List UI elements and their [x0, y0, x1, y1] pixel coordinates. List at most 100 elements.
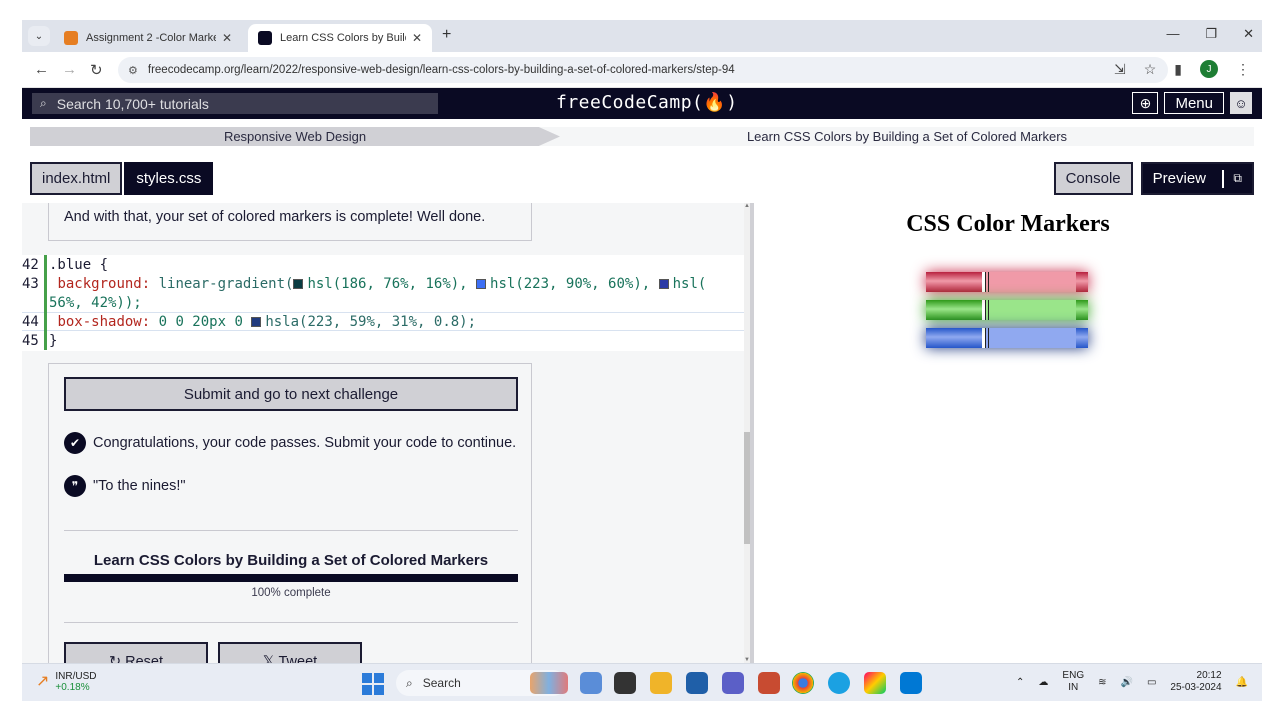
browser-tabstrip: ⌄ Assignment 2 -Color Marker ✕ Learn CSS… [22, 20, 1262, 52]
code-function: hsla(223, 59%, 31%, 0.8); [265, 313, 477, 330]
popout-icon[interactable]: ⧉ [1222, 169, 1242, 188]
code-function: linear-gradient( [158, 275, 294, 292]
tab-title: Assignment 2 -Color Marker [86, 32, 216, 44]
marker-tip [1076, 272, 1088, 292]
browser-tab-fcc[interactable]: Learn CSS Colors by Building a ✕ [248, 24, 432, 52]
restore-icon[interactable]: ❐ [1205, 26, 1217, 42]
region-code: IN [1068, 682, 1079, 693]
quote-icon: ❞ [64, 475, 86, 497]
changed-line-marker [44, 274, 47, 293]
fcc-favicon-icon [258, 31, 272, 45]
preview-button[interactable]: Preview ⧉ [1140, 162, 1254, 195]
changed-line-marker [44, 312, 47, 331]
clock[interactable]: 20:12 25-03-2024 [1170, 670, 1221, 694]
wifi-icon[interactable]: ≋ [1098, 677, 1106, 688]
vscode-icon[interactable] [900, 672, 922, 694]
reset-button[interactable]: ↻ Reset [64, 642, 208, 663]
trend-up-icon: ↗ [36, 673, 50, 690]
view-buttons: Console Preview ⧉ [1053, 162, 1254, 195]
code-line-45[interactable]: 45 } [22, 331, 750, 350]
address-bar: ← → ↻ ⚙ freecodecamp.org/learn/2022/resp… [22, 52, 1262, 88]
copilot-icon[interactable] [580, 672, 602, 694]
line-number: 44 [22, 313, 39, 330]
forward-arrow-icon[interactable]: → [62, 61, 77, 78]
notification-bell-icon[interactable]: 🔔 [1236, 677, 1248, 688]
menu-button[interactable]: Menu [1164, 92, 1224, 114]
breadcrumb: Responsive Web Design Learn CSS Colors b… [30, 127, 1254, 146]
url-input[interactable]: ⚙ freecodecamp.org/learn/2022/responsive… [118, 57, 1168, 83]
volume-icon[interactable]: 🔊 [1120, 677, 1132, 688]
challenge-panel: Submit and go to next challenge ✔ Congra… [48, 363, 532, 663]
color-swatch-icon[interactable] [476, 278, 487, 289]
file-tabs: index.html styles.css [30, 162, 214, 195]
chevron-up-icon[interactable]: ⌃ [1016, 677, 1024, 688]
tab-search-chevron-icon[interactable]: ⌄ [28, 26, 50, 46]
minimize-icon[interactable]: — [1166, 26, 1179, 42]
breadcrumb-course[interactable]: Learn CSS Colors by Building a Set of Co… [560, 127, 1254, 146]
lang-code: ENG [1062, 670, 1085, 681]
check-circle-icon: ✔ [64, 432, 86, 454]
console-button[interactable]: Console [1053, 162, 1133, 195]
fcc-nav-right: ⊕ Menu ☺ [1132, 92, 1252, 114]
store-icon[interactable] [686, 672, 708, 694]
user-icon[interactable]: ☺ [1230, 92, 1252, 114]
course-title: Learn CSS Colors by Building a Set of Co… [93, 552, 489, 569]
marker-blue [926, 328, 1088, 348]
code-line-43-wrap[interactable]: 56%, 42%)); [22, 293, 750, 312]
tab-index-html[interactable]: index.html [30, 162, 123, 195]
marker-sleeve [985, 300, 1077, 320]
tweet-button[interactable]: 𝕏 Tweet [218, 642, 362, 663]
globe-icon[interactable]: ⊕ [1132, 92, 1159, 114]
new-tab-plus-icon[interactable]: + [442, 26, 451, 44]
site-settings-icon[interactable]: ⚙ [128, 64, 138, 77]
battery-icon[interactable]: ▭ [1147, 677, 1156, 688]
kebab-menu-icon[interactable]: ⋮ [1236, 61, 1250, 78]
install-app-icon[interactable]: ⇲ [1114, 61, 1126, 78]
code-editor[interactable]: 42 .blue { 43 background: linear-gradien… [22, 255, 750, 351]
tab-styles-css[interactable]: styles.css [124, 162, 214, 195]
onedrive-cloud-icon[interactable]: ☁ [1038, 677, 1048, 688]
color-swatch-icon[interactable] [293, 278, 304, 289]
toolbar-right: ⇲ ☆ ▮ J ⋮ [1114, 60, 1250, 78]
code-value: hsl(223, 90%, 60%), [490, 275, 659, 292]
pass-message-text: Congratulations, your code passes. Submi… [93, 435, 517, 451]
teams-icon[interactable] [722, 672, 744, 694]
paint-icon[interactable] [864, 672, 886, 694]
profile-avatar[interactable]: J [1200, 60, 1218, 78]
close-icon[interactable]: ✕ [412, 31, 422, 45]
tweet-label: Tweet [278, 654, 318, 663]
progress-text: 100% complete [251, 587, 331, 599]
close-icon[interactable]: ✕ [222, 31, 232, 45]
task-view-icon[interactable] [614, 672, 636, 694]
fcc-logo[interactable]: freeCodeCamp(🔥) [556, 92, 738, 113]
search-placeholder: Search 10,700+ tutorials [56, 95, 209, 112]
browser-tab-assignment[interactable]: Assignment 2 -Color Marker ✕ [54, 24, 242, 52]
code-property: box-shadow: [57, 313, 159, 330]
search-input[interactable]: ⌕ Search 10,700+ tutorials [32, 93, 438, 114]
window-close-icon[interactable]: ✕ [1243, 26, 1254, 42]
windows-start-icon[interactable] [362, 673, 384, 695]
color-swatch-icon[interactable] [658, 278, 669, 289]
submit-button[interactable]: Submit and go to next challenge [64, 377, 518, 411]
stock-ticker-widget[interactable]: ↗ INR/USD +0.18% [36, 671, 97, 693]
date: 25-03-2024 [1170, 682, 1222, 693]
chrome-icon[interactable] [792, 672, 814, 694]
back-arrow-icon[interactable]: ← [34, 61, 49, 78]
powerpoint-icon[interactable] [758, 672, 780, 694]
language-indicator[interactable]: ENG IN [1062, 670, 1084, 694]
search-highlight-icon[interactable] [530, 672, 568, 694]
blogger-favicon-icon [64, 31, 78, 45]
code-line-44[interactable]: 44 box-shadow: 0 0 20px 0 hsla(223, 59%,… [22, 312, 750, 331]
file-explorer-icon[interactable] [650, 672, 672, 694]
search-icon: ⌕ [406, 675, 413, 690]
edge-icon[interactable] [828, 672, 850, 694]
code-line-42[interactable]: 42 .blue { [22, 255, 750, 274]
reload-icon[interactable]: ↻ [90, 61, 103, 79]
bookmark-star-icon[interactable]: ☆ [1144, 61, 1157, 78]
breadcrumb-section[interactable]: Responsive Web Design [30, 127, 560, 146]
marker-cap [926, 272, 982, 292]
side-panel-icon[interactable]: ▮ [1174, 61, 1182, 78]
color-swatch-icon[interactable] [251, 316, 262, 327]
code-line-43[interactable]: 43 background: linear-gradient(hsl(186, … [22, 274, 750, 293]
code-value: hsl(186, 76%, 16%), [307, 275, 477, 292]
